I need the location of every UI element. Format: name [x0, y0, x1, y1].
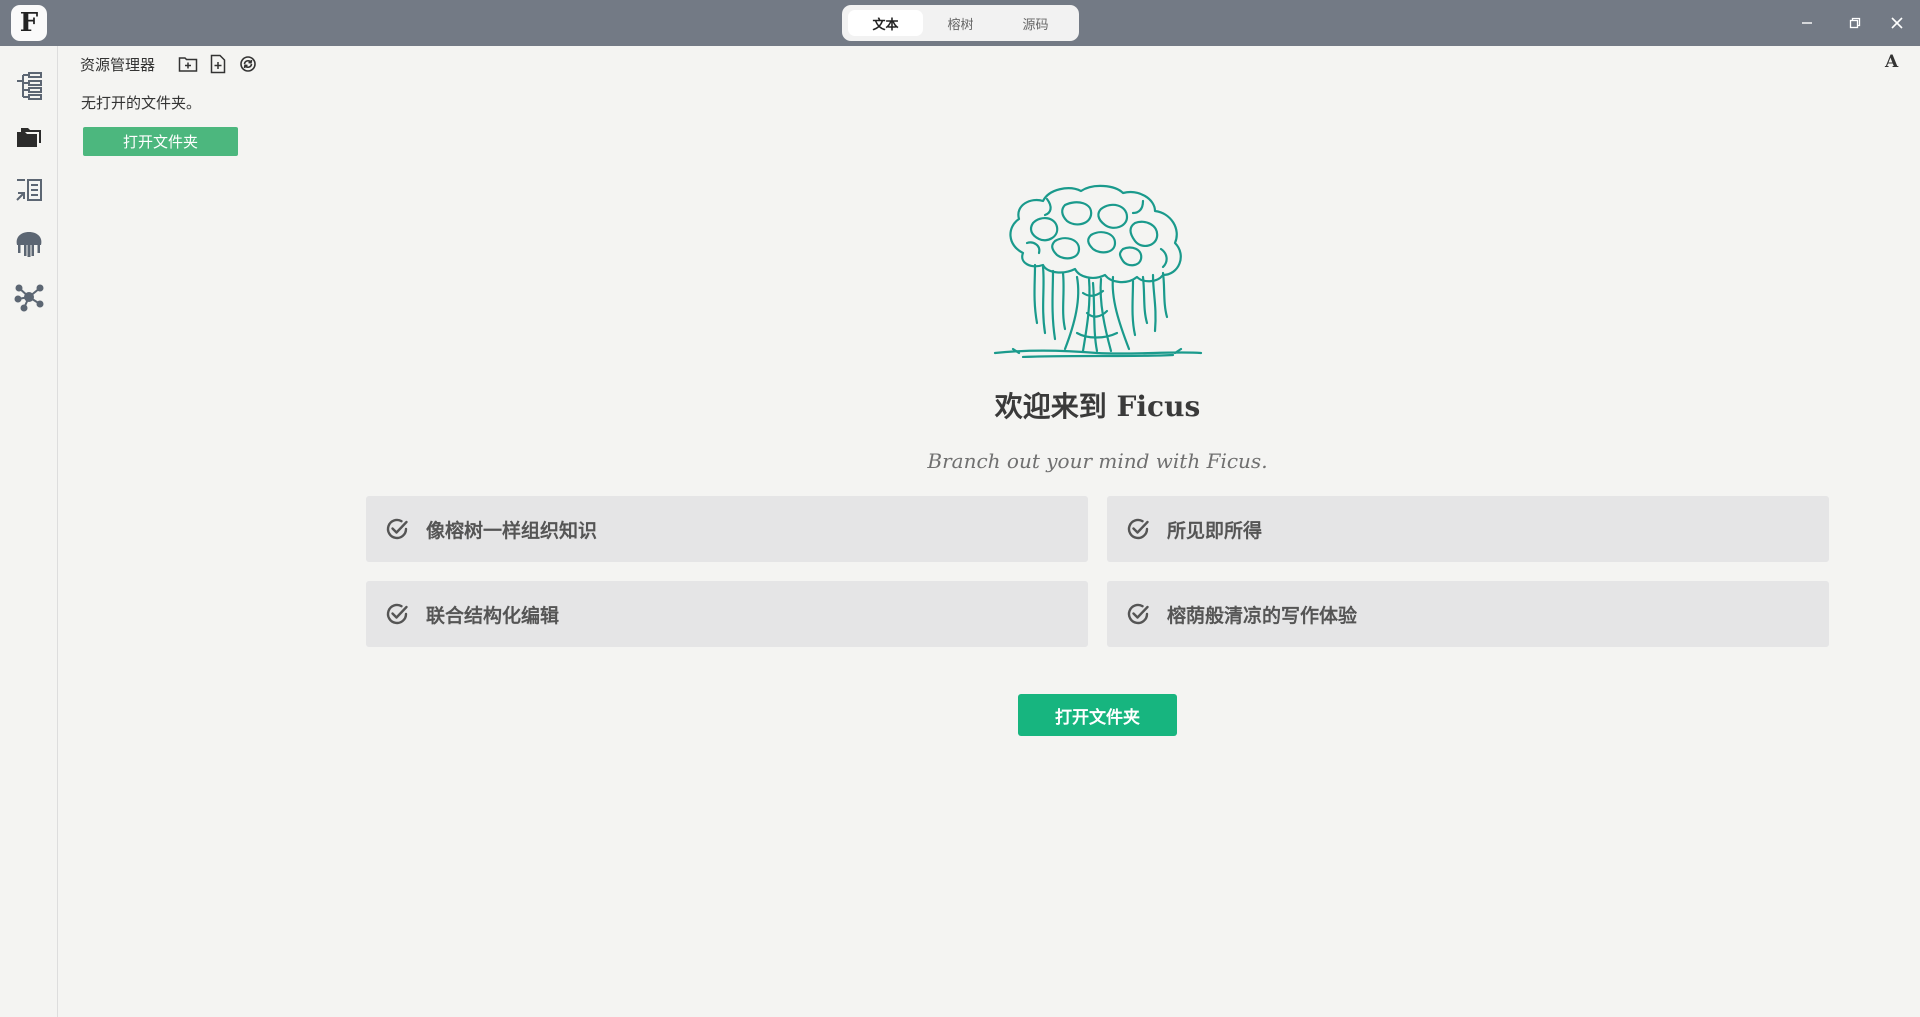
new-file-button[interactable] [207, 53, 229, 75]
reader-icon [16, 179, 42, 201]
sidebar-open-folder-button[interactable]: 打开文件夹 [83, 127, 238, 156]
check-circle-icon [386, 603, 408, 625]
app-logo[interactable]: F [11, 5, 47, 41]
outline-tree-icon [17, 72, 42, 100]
restore-button[interactable] [1832, 0, 1878, 46]
minimize-button[interactable] [1784, 0, 1830, 46]
explorer-header: 资源管理器 [80, 53, 267, 75]
check-circle-icon [386, 518, 408, 540]
app-logo-letter: F [19, 8, 39, 38]
explorer-title: 资源管理器 [80, 55, 156, 74]
feature-card: 联合结构化编辑 [366, 581, 1088, 647]
graph-icon [14, 284, 44, 312]
feature-label: 所见即所得 [1167, 519, 1263, 542]
refresh-icon [240, 56, 256, 72]
new-file-icon [210, 54, 226, 74]
new-folder-button[interactable] [177, 53, 199, 75]
check-circle-icon [1127, 518, 1149, 540]
banyan-icon [16, 232, 42, 257]
refresh-button[interactable] [237, 53, 259, 75]
close-icon [1891, 17, 1903, 29]
minimize-icon [1802, 22, 1812, 24]
title-bar: F 文本 榕树 源码 [0, 0, 1920, 46]
ficus-tree-logo [993, 184, 1203, 358]
tab-source[interactable]: 源码 [998, 10, 1073, 36]
tab-text[interactable]: 文本 [848, 10, 923, 36]
restore-icon [1849, 17, 1861, 29]
welcome-title: 欢迎来到 Ficus [994, 390, 1201, 423]
new-folder-icon [178, 57, 198, 72]
feature-card: 榕荫般清凉的写作体验 [1107, 581, 1829, 647]
close-button[interactable] [1874, 0, 1920, 46]
welcome-subtitle: Branch out your mind with Ficus. [927, 449, 1268, 473]
feature-label: 像榕树一样组织知识 [426, 519, 598, 542]
activity-banyan-button[interactable] [12, 227, 46, 261]
check-circle-icon [1127, 603, 1149, 625]
activity-graph-button[interactable] [12, 280, 46, 314]
open-folder-button[interactable]: 打开文件夹 [1018, 694, 1177, 736]
no-folder-message: 无打开的文件夹。 [81, 94, 202, 112]
activity-reader-button[interactable] [12, 174, 46, 208]
feature-card: 像榕树一样组织知识 [366, 496, 1088, 562]
activity-outline-button[interactable] [12, 68, 46, 102]
feature-label: 榕荫般清凉的写作体验 [1167, 604, 1358, 627]
font-toggle-button[interactable]: A [1885, 52, 1898, 72]
feature-card: 所见即所得 [1107, 496, 1829, 562]
mode-switch: 文本 榕树 源码 [842, 5, 1079, 41]
folder-icon [17, 128, 41, 147]
activity-bar [0, 46, 58, 1017]
activity-explorer-button[interactable] [12, 121, 46, 155]
tab-banyan[interactable]: 榕树 [923, 10, 998, 36]
feature-label: 联合结构化编辑 [426, 604, 560, 627]
